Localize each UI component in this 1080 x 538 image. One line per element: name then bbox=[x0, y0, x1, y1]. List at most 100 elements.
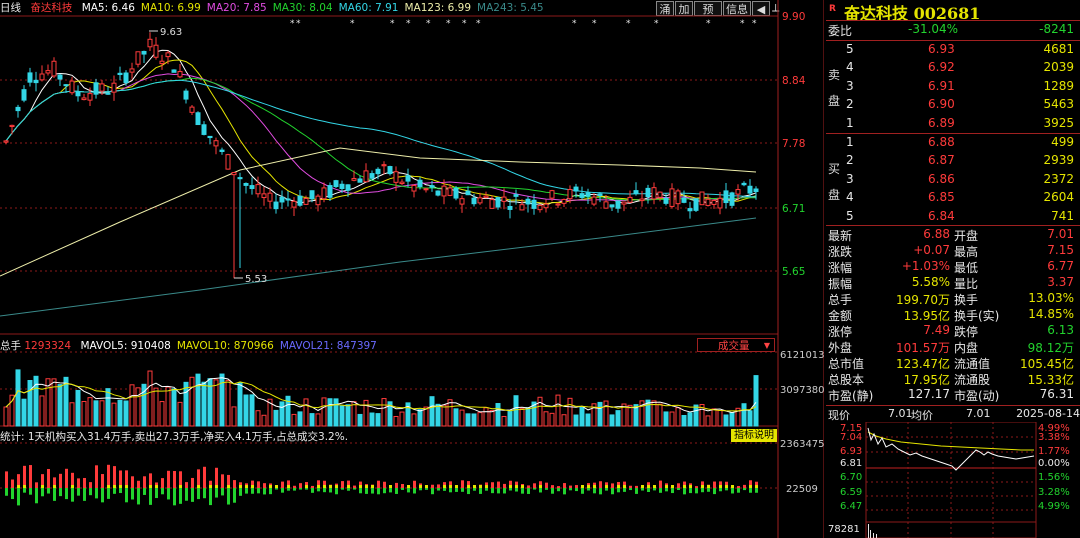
buy-level-row[interactable]: 5 6.84 741 bbox=[826, 209, 1078, 227]
indicator-bar-up bbox=[401, 484, 404, 488]
indicator-bar-down bbox=[347, 488, 350, 491]
buy-level-row[interactable]: 1 6.88 499 bbox=[826, 135, 1078, 153]
buy-level-row[interactable]: 2 6.87 2939 bbox=[826, 153, 1078, 171]
candle-body bbox=[57, 74, 63, 80]
volume-bar bbox=[21, 398, 27, 427]
candle-body bbox=[231, 172, 237, 176]
mini-pct-tick: 4.99% bbox=[1038, 501, 1070, 512]
volume-dropdown[interactable]: 成交量 ▼ bbox=[697, 338, 775, 352]
candle-body bbox=[633, 190, 639, 195]
indicator-bar-down bbox=[341, 488, 344, 490]
indicator-help-button[interactable]: 指标说明 bbox=[731, 429, 777, 442]
volume-bar bbox=[675, 407, 681, 427]
volume-bar bbox=[717, 410, 723, 427]
kline-chart[interactable]: * * * * * * * * * * * * * * * * 9.63 5.53 9.90 8.84 7.7… bbox=[0, 0, 824, 538]
candle-body bbox=[537, 204, 543, 211]
candle-body bbox=[687, 208, 693, 212]
high-annotation: 9.63 bbox=[149, 27, 182, 38]
volume-bar bbox=[189, 376, 195, 427]
mini-price-tick: 6.59 bbox=[840, 487, 863, 498]
indicator-bar-down bbox=[599, 488, 602, 495]
candle-body bbox=[339, 183, 345, 189]
candle-body bbox=[27, 72, 33, 83]
indicator-bar-up bbox=[491, 482, 494, 488]
volume-bar bbox=[501, 415, 507, 427]
candle-body bbox=[489, 199, 495, 209]
volume-bar bbox=[177, 401, 183, 427]
candle-body bbox=[147, 38, 153, 48]
indicator-bar-up bbox=[551, 485, 554, 488]
volume-bar bbox=[609, 414, 615, 427]
candle-body bbox=[729, 192, 735, 206]
indicator-bar-up bbox=[65, 468, 68, 488]
candle-body bbox=[399, 181, 405, 185]
indicator-bar-down bbox=[653, 488, 656, 491]
candle-body bbox=[747, 185, 753, 194]
candle-body bbox=[69, 80, 75, 94]
sell-level-row[interactable]: 2 6.90 5463 bbox=[826, 97, 1078, 115]
sell-level-row[interactable]: 3 6.91 1289 bbox=[826, 79, 1078, 97]
volume-bar bbox=[513, 395, 519, 427]
buy-level-row[interactable]: 4 6.85 2604 bbox=[826, 190, 1078, 208]
sell-level-row[interactable]: 5 6.93 4681 bbox=[826, 42, 1078, 60]
indicator-bar-mid bbox=[407, 485, 410, 488]
indicator-bar-down bbox=[29, 488, 32, 495]
volume-bar bbox=[69, 402, 75, 427]
volume-bar bbox=[39, 395, 45, 427]
indicator-bar-mid bbox=[335, 485, 338, 488]
indicator-bar-mid bbox=[515, 485, 518, 488]
volume-bar bbox=[3, 406, 9, 427]
mini-price-tick: 7.04 bbox=[840, 432, 863, 443]
indicator-bar-mid bbox=[671, 485, 674, 488]
mavol-legend: MAVOL5: 910408 MAVOL10: 870966 MAVOL21: 84… bbox=[74, 340, 376, 352]
indicator-bar-mid bbox=[617, 485, 620, 488]
indicator-bar-mid bbox=[689, 485, 692, 488]
candle-body bbox=[159, 60, 165, 65]
volume-bar bbox=[339, 405, 345, 427]
indicator-bar-mid bbox=[719, 485, 722, 488]
mavol-legend-item: MAVOL5: 910408 bbox=[80, 340, 171, 352]
indicator-bar-up bbox=[377, 480, 380, 488]
volume-bar bbox=[369, 412, 375, 427]
indicator-bar-down bbox=[647, 488, 650, 492]
indicator-bar-mid bbox=[455, 485, 458, 488]
indicator-bar-mid bbox=[419, 485, 422, 488]
candle-body bbox=[357, 178, 363, 183]
mini-pct-tick: 3.28% bbox=[1038, 487, 1070, 498]
volume-bar bbox=[291, 413, 297, 427]
candle-body bbox=[39, 73, 45, 81]
indicator-bar-up bbox=[107, 464, 110, 488]
indicator-bar-mid bbox=[275, 485, 278, 488]
indicator-bar-down bbox=[713, 488, 716, 495]
indicator-bar-down bbox=[131, 488, 134, 500]
indicator-bar-down bbox=[407, 488, 410, 493]
volume-bar bbox=[345, 404, 351, 427]
stat-row: 最新 6.88 开盘 7.01 bbox=[828, 227, 1074, 243]
volume-bar bbox=[459, 409, 465, 427]
candle-body bbox=[693, 198, 699, 211]
indicator-bar-down bbox=[107, 488, 110, 499]
sell-level-row[interactable]: 4 6.92 2039 bbox=[826, 60, 1078, 78]
candles bbox=[3, 32, 759, 279]
price-tick: 5.65 bbox=[782, 266, 805, 278]
indicator-bar-mid bbox=[473, 485, 476, 488]
candle-body bbox=[279, 196, 285, 203]
weibi-row: 委比 -31.04% -8241 bbox=[828, 22, 1074, 38]
indicator-bar-mid bbox=[209, 485, 212, 488]
indicator-bar-down bbox=[689, 488, 692, 494]
indicator-bar-up bbox=[563, 483, 566, 488]
indicator-bar-down bbox=[275, 488, 278, 490]
buy-level-row[interactable]: 3 6.86 2372 bbox=[826, 172, 1078, 190]
indicator-bar-mid bbox=[479, 485, 482, 488]
indicator-bar-down bbox=[299, 488, 302, 490]
candle-body bbox=[519, 204, 525, 211]
indicator-bar-down bbox=[167, 488, 170, 500]
price-axis: 9.90 8.84 7.78 6.71 5.65 bbox=[782, 11, 806, 278]
stat-row: 涨跌 +0.07 最高 7.15 bbox=[828, 243, 1074, 259]
volume-bar bbox=[165, 386, 171, 427]
indicator-bar-down bbox=[305, 488, 308, 490]
sell-level-row[interactable]: 1 6.89 3925 bbox=[826, 116, 1078, 134]
candle-body bbox=[141, 50, 147, 55]
indicator-bar-down bbox=[53, 488, 56, 501]
volume-bar bbox=[117, 399, 123, 427]
